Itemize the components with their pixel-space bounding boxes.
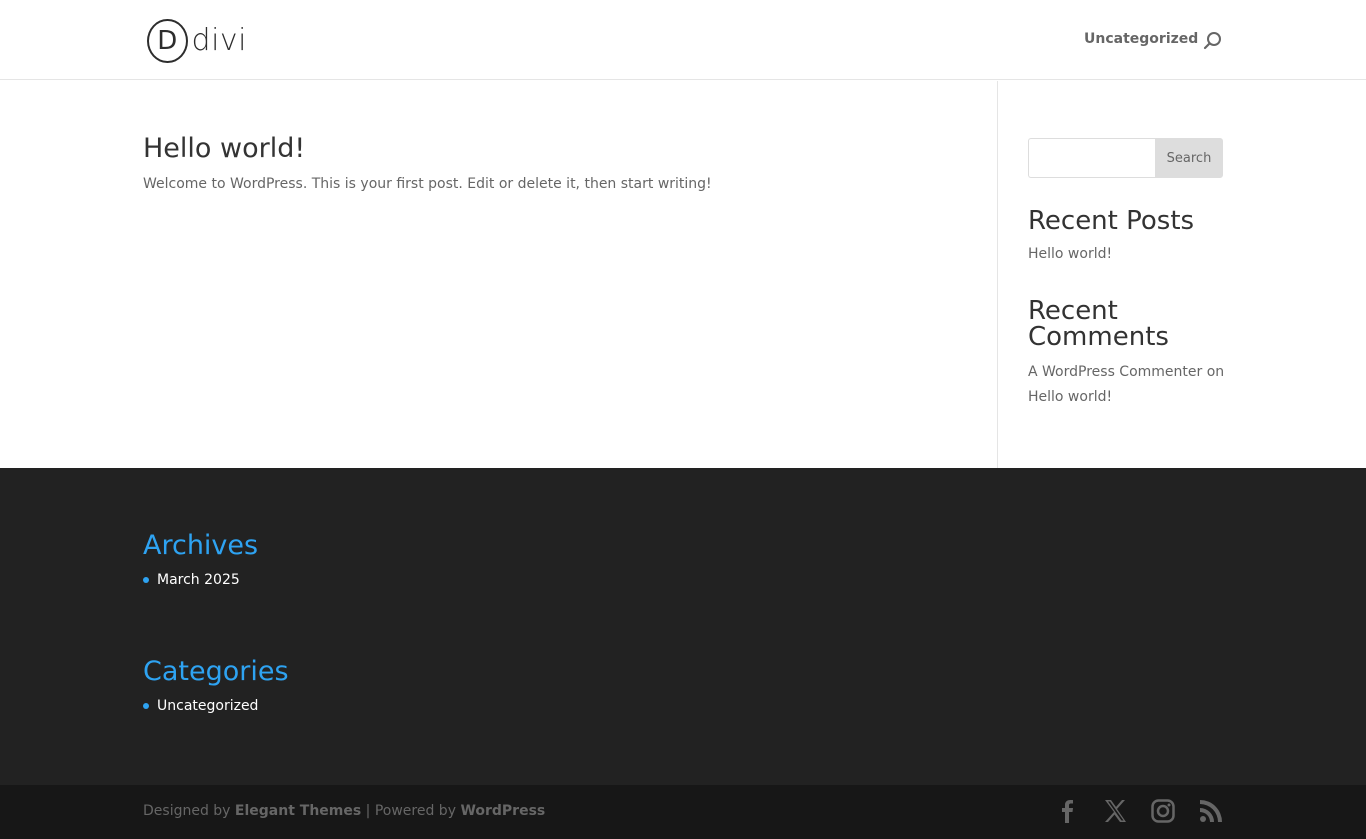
sidebar-search-form: Search <box>1028 138 1223 178</box>
archive-item: March 2025 <box>143 572 240 588</box>
comment-connector: on <box>1206 364 1225 380</box>
main-content: Hello world! Welcome to WordPress. This … <box>0 81 1366 468</box>
search-button[interactable]: Search <box>1155 138 1223 178</box>
recent-comment-item: A WordPress Commenter on Hello world! <box>1028 360 1228 410</box>
post-title[interactable]: Hello world! <box>143 133 305 164</box>
logo-letter: D <box>157 25 178 56</box>
recent-comments-title: Recent Comments <box>1028 296 1169 352</box>
footer-bottom-bar: Designed by Elegant Themes | Powered by … <box>0 785 1366 839</box>
rss-icon[interactable] <box>1198 798 1224 824</box>
search-icon[interactable] <box>1203 31 1223 51</box>
sidebar-divider <box>997 81 998 468</box>
archives-title: Archives <box>143 530 259 561</box>
site-logo[interactable]: D divi <box>147 18 247 63</box>
credits-separator: | Powered by <box>365 803 456 819</box>
nav-item-uncategorized[interactable]: Uncategorized <box>1084 31 1198 47</box>
bullet-icon <box>143 703 149 709</box>
logo-mark: D <box>147 18 188 63</box>
post-excerpt: Welcome to WordPress. This is your first… <box>143 176 712 192</box>
search-input[interactable] <box>1028 138 1155 178</box>
recent-post-link[interactable]: Hello world! <box>1028 246 1112 262</box>
category-link[interactable]: Uncategorized <box>157 698 258 714</box>
recent-posts-title: Recent Posts <box>1028 206 1195 236</box>
footer-widgets: Archives March 2025 Categories Uncategor… <box>0 468 1366 785</box>
logo-text: divi <box>191 22 247 58</box>
categories-title: Categories <box>143 656 289 687</box>
instagram-icon[interactable] <box>1150 798 1176 824</box>
comment-author-link[interactable]: A WordPress Commenter <box>1028 364 1202 380</box>
bullet-icon <box>143 577 149 583</box>
site-header: D divi Uncategorized <box>0 0 1366 80</box>
x-icon[interactable] <box>1102 798 1128 824</box>
archive-link[interactable]: March 2025 <box>157 572 240 588</box>
credits-prefix: Designed by <box>143 803 231 819</box>
category-item: Uncategorized <box>143 698 258 714</box>
footer-credits: Designed by Elegant Themes | Powered by … <box>143 803 545 819</box>
platform-link[interactable]: WordPress <box>460 803 545 819</box>
designer-link[interactable]: Elegant Themes <box>235 803 361 819</box>
facebook-icon[interactable] <box>1054 798 1080 824</box>
comment-post-link[interactable]: Hello world! <box>1028 389 1112 405</box>
